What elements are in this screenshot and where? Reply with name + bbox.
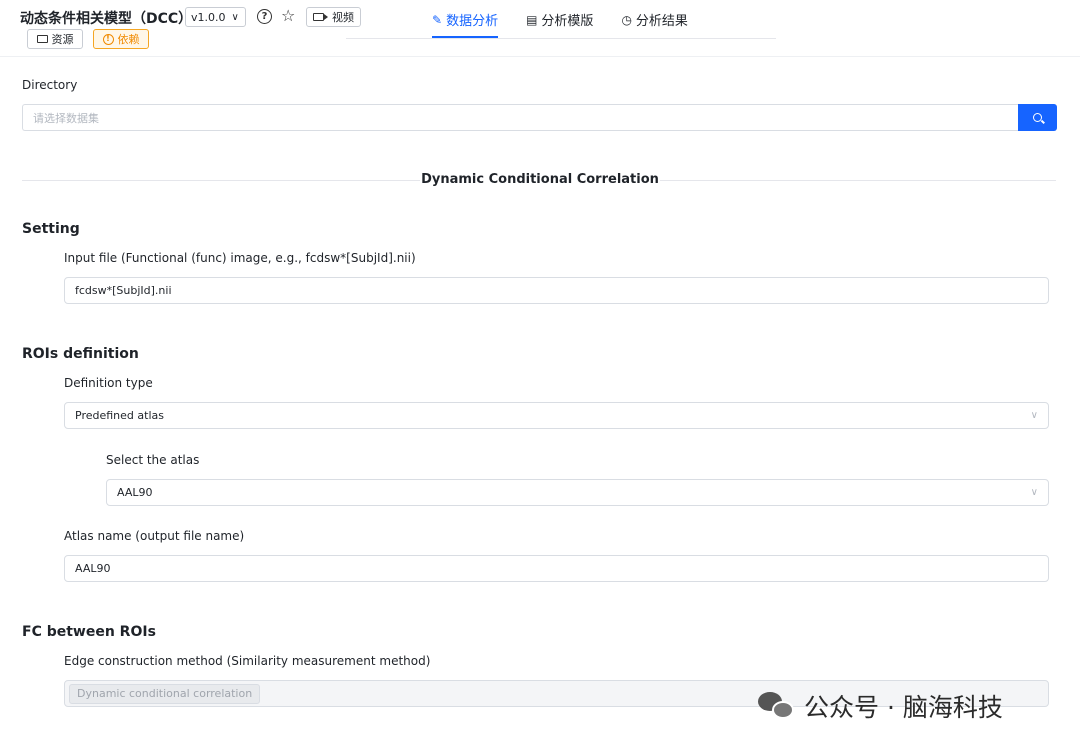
header-divider xyxy=(0,56,1080,57)
history-icon: ◷ xyxy=(621,12,632,27)
tabs-divider xyxy=(346,38,776,39)
resources-label: 资源 xyxy=(51,33,74,46)
tab-label: 分析模版 xyxy=(541,14,594,29)
atlas-select[interactable]: AAL90 ∨ xyxy=(106,479,1049,506)
watermark-text: 公众号 · 脑海科技 xyxy=(804,693,1003,722)
dependency-button[interactable]: ! 依赖 xyxy=(93,29,149,49)
input-file-field[interactable]: fcdsw*[SubjId].nii xyxy=(64,277,1049,304)
search-button[interactable] xyxy=(1018,104,1057,131)
setting-heading: Setting xyxy=(22,221,80,237)
video-icon xyxy=(313,13,328,21)
tab-label: 分析结果 xyxy=(635,14,688,29)
document-icon: ▤ xyxy=(526,12,538,27)
chevron-down-icon: ∨ xyxy=(1030,487,1038,498)
definition-type-label: Definition type xyxy=(64,376,153,390)
edge-method-tag: Dynamic conditional correlation xyxy=(69,683,261,704)
atlas-name-label: Atlas name (output file name) xyxy=(64,529,245,543)
version-select[interactable]: v1.0.0 ∨ xyxy=(185,7,246,27)
video-button[interactable]: 视频 xyxy=(306,7,361,27)
edge-method-label: Edge construction method (Similarity mea… xyxy=(64,654,431,668)
version-label: v1.0.0 xyxy=(191,10,226,24)
section-divider-left xyxy=(22,180,420,181)
definition-type-value: Predefined atlas xyxy=(75,409,164,422)
active-tab-indicator xyxy=(432,36,498,38)
dependency-label: 依赖 xyxy=(117,33,140,46)
wechat-icon xyxy=(758,690,796,722)
search-icon xyxy=(1033,113,1042,122)
input-file-label: Input file (Functional (func) image, e.g… xyxy=(64,251,416,265)
tab-analysis-results[interactable]: ◷ 分析结果 xyxy=(621,10,688,30)
directory-label: Directory xyxy=(22,78,78,92)
tab-data-analysis[interactable]: ✎ 数据分析 xyxy=(432,10,499,30)
folder-icon xyxy=(36,35,48,43)
chevron-down-icon: ∨ xyxy=(1030,410,1038,421)
edit-icon: ✎ xyxy=(432,12,443,27)
atlas-name-field[interactable]: AAL90 xyxy=(64,555,1049,582)
tab-bar: ✎ 数据分析 ▤ 分析模版 ◷ 分析结果 xyxy=(432,10,716,30)
help-icon[interactable]: ? xyxy=(257,9,272,24)
definition-type-select[interactable]: Predefined atlas ∨ xyxy=(64,402,1049,429)
atlas-select-label: Select the atlas xyxy=(106,453,200,467)
tab-analysis-template[interactable]: ▤ 分析模版 xyxy=(526,10,594,30)
atlas-select-value: AAL90 xyxy=(117,486,153,499)
info-icon: ! xyxy=(102,33,114,45)
resources-button[interactable]: 资源 xyxy=(27,29,83,49)
section-title: Dynamic Conditional Correlation xyxy=(421,172,659,187)
section-divider-right xyxy=(660,180,1056,181)
app-title: 动态条件相关模型（DCC） xyxy=(20,11,193,27)
watermark: 公众号 · 脑海科技 xyxy=(758,688,1003,724)
chevron-down-icon: ∨ xyxy=(231,11,239,23)
rois-heading: ROIs definition xyxy=(22,346,139,362)
star-icon[interactable]: ☆ xyxy=(281,6,295,25)
directory-input[interactable]: 请选择数据集 xyxy=(22,104,1019,131)
tab-label: 数据分析 xyxy=(446,14,499,29)
video-label: 视频 xyxy=(332,11,354,24)
fc-heading: FC between ROIs xyxy=(22,624,156,640)
